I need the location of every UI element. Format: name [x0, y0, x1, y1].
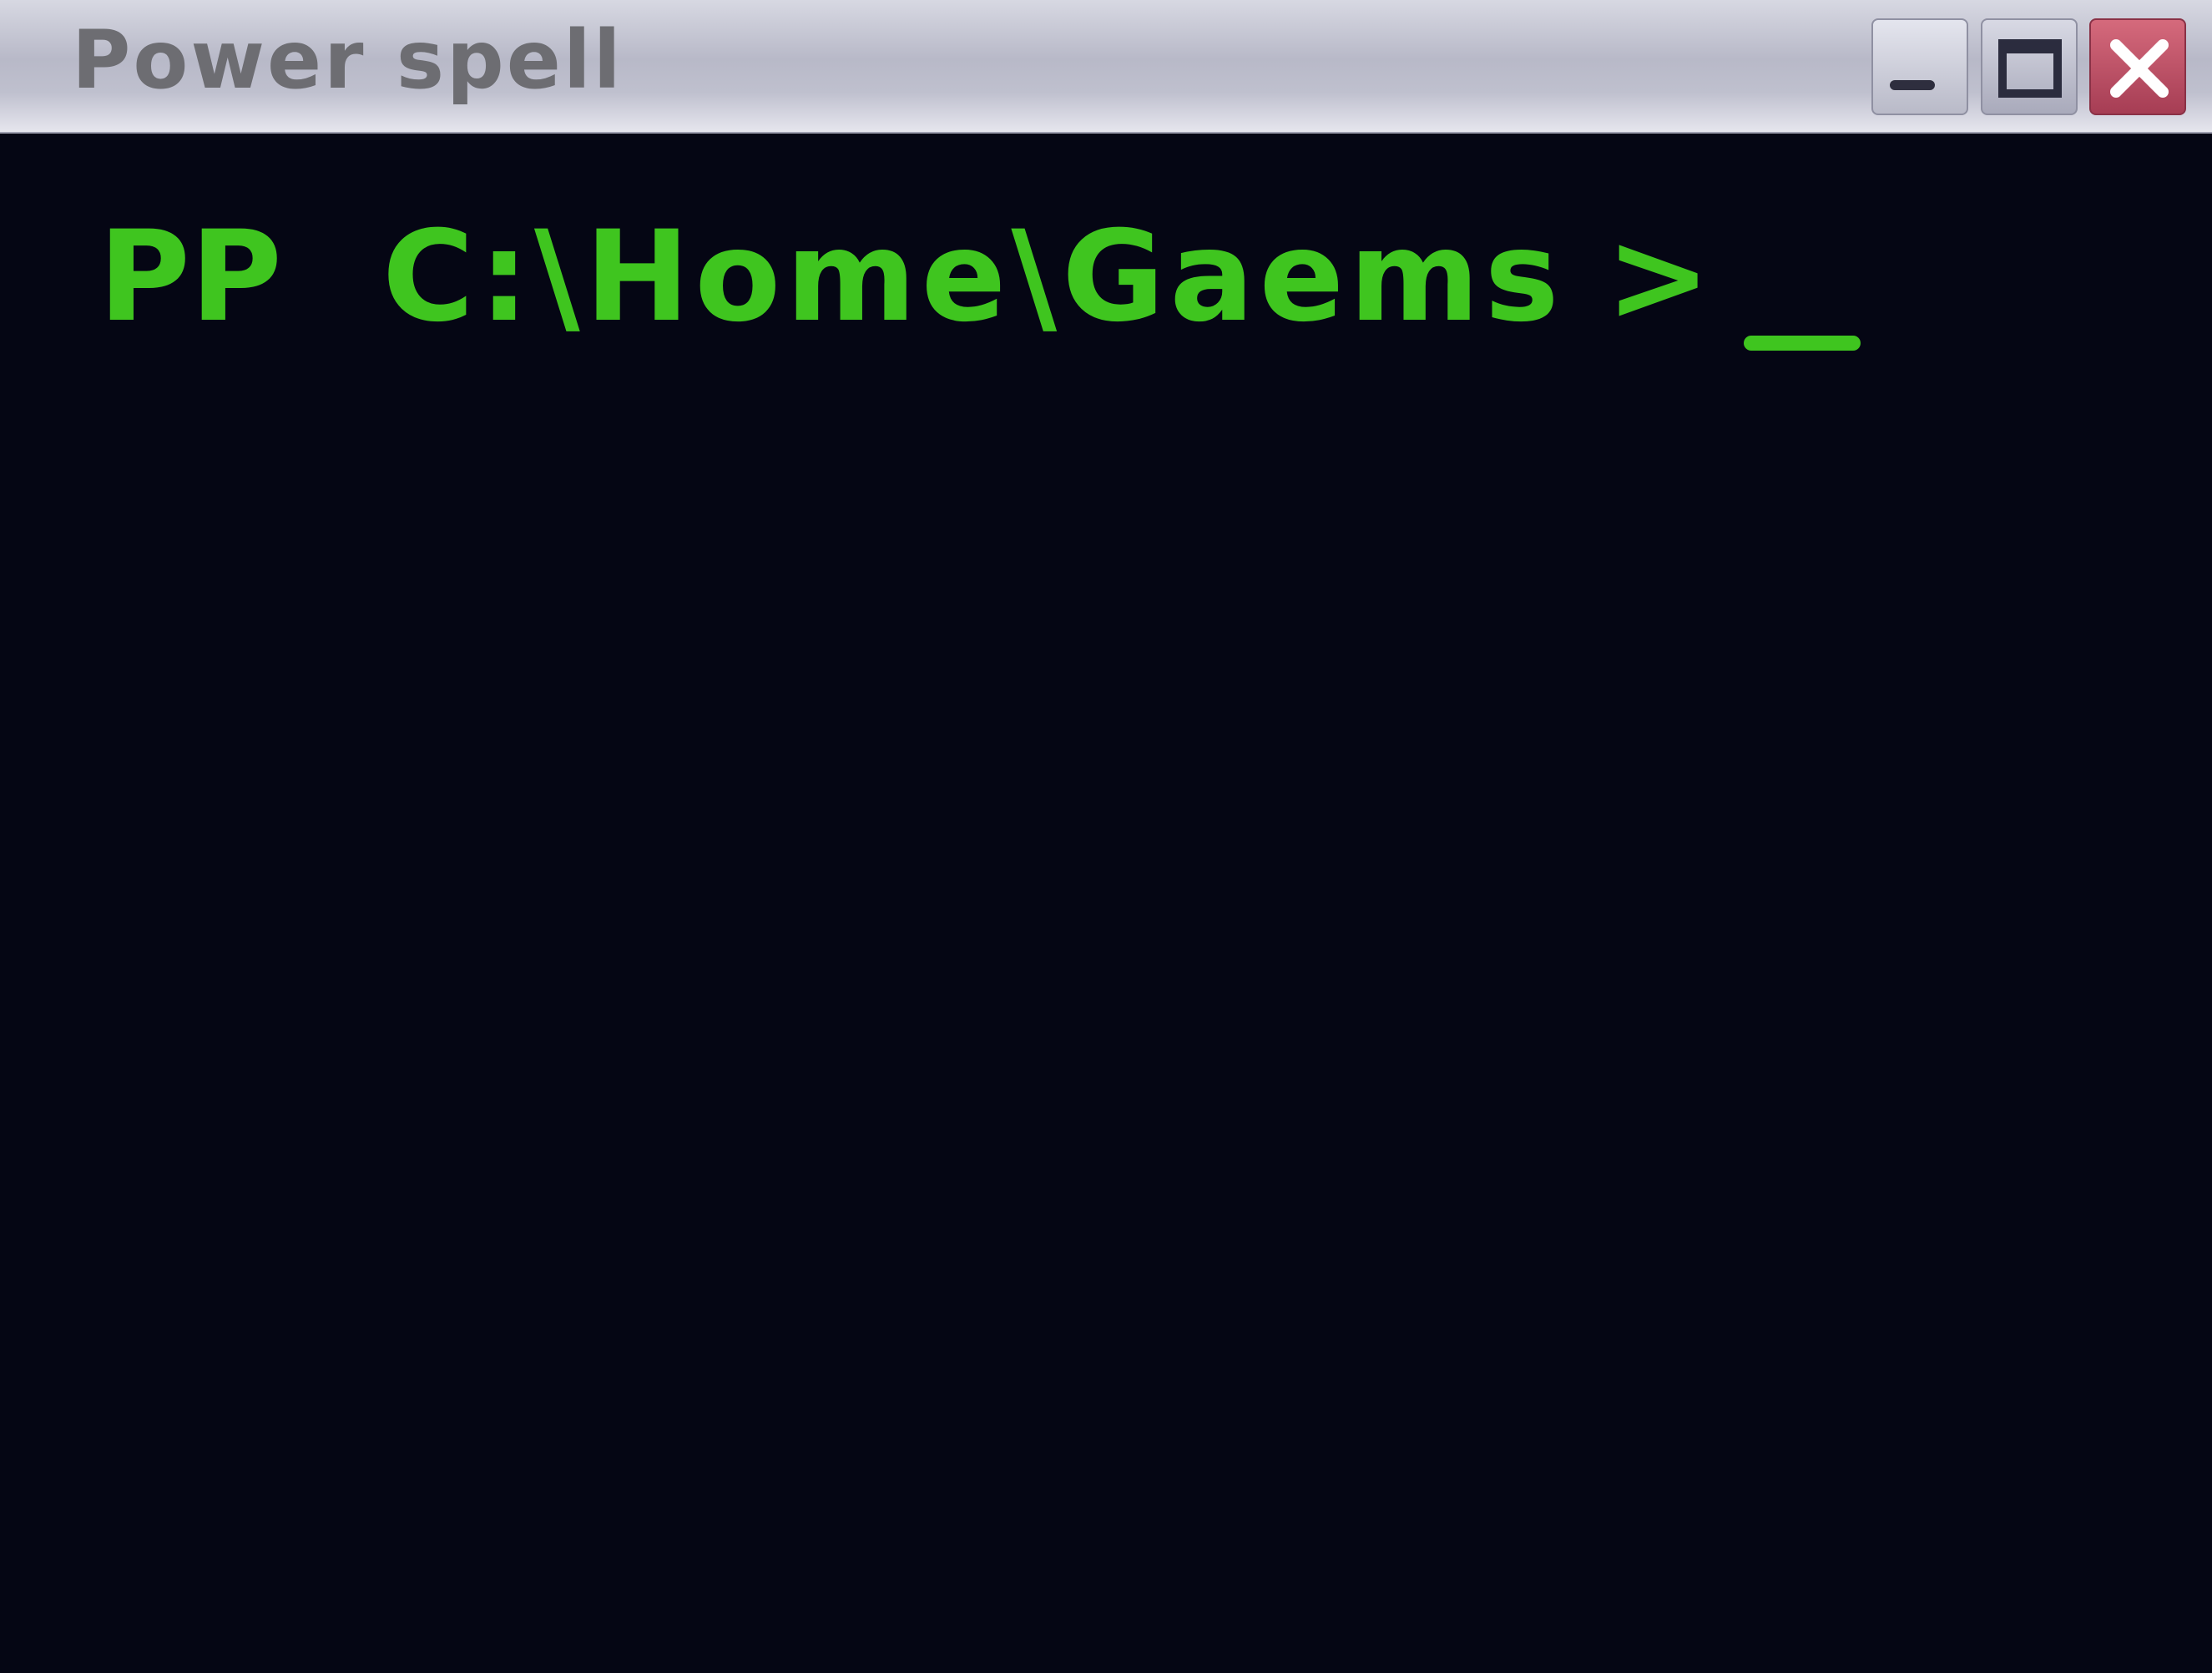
- terminal-area[interactable]: PP C:\Home\Gaems >: [0, 134, 2212, 1673]
- close-icon: [2110, 39, 2169, 98]
- minimize-icon: [1890, 80, 1935, 90]
- current-path: C:\Home\Gaems: [381, 205, 1564, 350]
- prompt-prefix: PP: [98, 205, 282, 350]
- prompt-symbol: >: [1605, 205, 1711, 350]
- close-button[interactable]: [2089, 18, 2186, 115]
- text-cursor: [1744, 336, 1861, 351]
- maximize-icon: [1998, 39, 2062, 98]
- prompt-line: PP C:\Home\Gaems >: [98, 194, 1861, 361]
- window-title: Power spell: [72, 13, 624, 107]
- minimize-button[interactable]: [1871, 18, 1968, 115]
- title-bar[interactable]: Power spell: [0, 0, 2212, 134]
- powershell-window: Power spell PP C:\Home\Gaems >: [0, 0, 2212, 1673]
- maximize-button[interactable]: [1981, 18, 2078, 115]
